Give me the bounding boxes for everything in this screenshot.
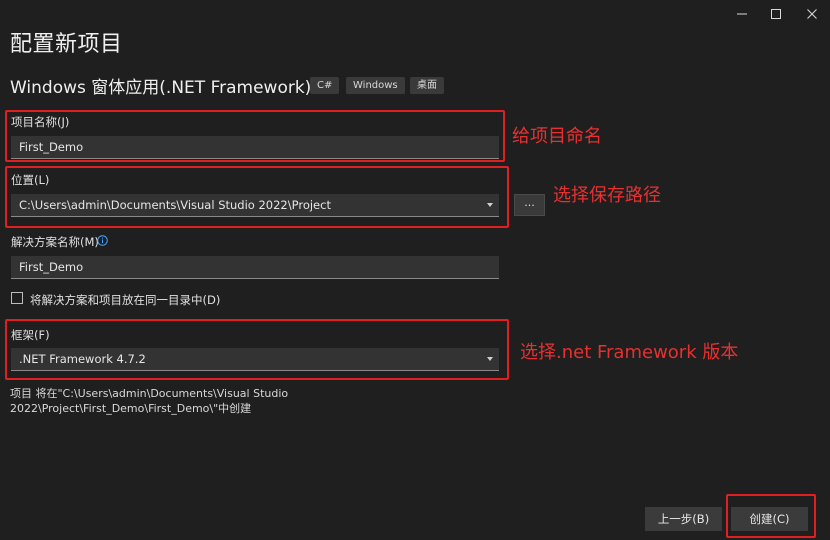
back-button[interactable]: 上一步(B) [645,507,722,531]
solution-name-value: First_Demo [19,260,84,274]
close-button[interactable] [792,0,830,28]
annotation-box-name [5,110,505,162]
project-path-info: 项目 将在"C:\Users\admin\Documents\Visual St… [10,387,289,415]
annotation-framework: 选择.net Framework 版本 [520,342,739,363]
annotation-box-create [726,494,816,538]
info-icon[interactable] [97,235,108,246]
minimize-icon [737,13,747,15]
maximize-icon [771,9,781,19]
page-title: 配置新项目 [10,32,123,57]
solution-name-input[interactable]: First_Demo [11,256,499,279]
close-icon [807,9,817,19]
template-name: Windows 窗体应用(.NET Framework) [10,78,312,98]
tag-csharp: C# [310,77,340,94]
browse-button[interactable]: ... [514,194,545,216]
maximize-button[interactable] [756,0,796,28]
solution-name-label: 解决方案名称(M) [11,235,99,249]
tag-windows: Windows [346,77,405,94]
annotation-box-location [5,166,509,228]
annotation-box-framework [5,319,509,380]
same-directory-label: 将解决方案和项目放在同一目录中(D) [30,293,221,307]
same-directory-checkbox[interactable] [11,292,23,304]
tag-desktop: 桌面 [410,77,444,94]
annotation-name: 给项目命名 [512,126,602,147]
annotation-location: 选择保存路径 [553,185,661,206]
